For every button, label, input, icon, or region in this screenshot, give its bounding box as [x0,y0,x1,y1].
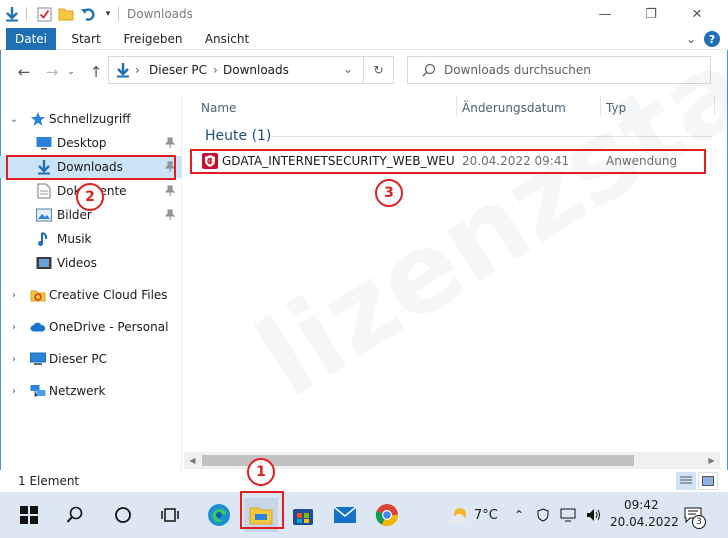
clock-time[interactable]: 09:42 [624,498,659,512]
sidebar-item-creative-cloud[interactable]: › Creative Cloud Files [0,284,182,306]
minimize-button[interactable]: — [582,0,628,28]
annotation-box-explorer [240,491,284,529]
pin-icon[interactable] [164,208,176,222]
chevron-right-icon[interactable]: › [8,386,20,397]
back-button[interactable]: ← [12,60,36,84]
close-button[interactable]: ✕ [674,0,720,28]
sidebar-item-musik[interactable]: Musik [0,228,182,250]
ribbon-collapse-icon[interactable]: ⌄ [682,30,700,48]
up-button[interactable]: ↑ [84,60,108,84]
chevron-down-icon[interactable]: ⌄ [8,114,20,125]
window-title: Downloads [127,7,193,21]
forward-button[interactable]: → [40,60,64,84]
tab-start[interactable]: Start [62,28,110,50]
chrome-icon[interactable] [370,498,404,532]
mail-icon[interactable] [328,498,362,532]
undo-icon[interactable] [80,5,96,23]
this-pc-icon [30,351,46,367]
notification-count-badge: 3 [692,515,706,529]
annotation-badge-1: 1 [247,458,275,486]
group-header-today[interactable]: Heute (1) [205,127,271,145]
scroll-right-icon[interactable]: ▶ [703,452,720,469]
address-bar[interactable]: › Dieser PC › Downloads ⌄ [108,56,364,84]
chevron-right-icon[interactable]: › [8,322,20,333]
maximize-button[interactable]: ❐ [628,0,674,28]
sidebar-item-desktop[interactable]: Desktop [0,132,182,154]
tab-datei[interactable]: Datei [6,28,56,50]
store-icon[interactable] [286,498,320,532]
annotation-box-file-row [190,149,706,174]
item-count: 1 Element [18,474,80,488]
pin-icon[interactable] [164,184,176,198]
search-icon [422,63,436,80]
annotation-badge-3: 3 [375,179,403,207]
breadcrumb-downloads[interactable]: Downloads [223,63,289,77]
customize-quick-access-icon[interactable]: ▾ [100,5,116,23]
search-input[interactable] [444,61,704,79]
onedrive-icon [30,319,46,335]
large-icons-view-icon[interactable] [698,472,718,490]
documents-icon [36,183,52,199]
security-shield-icon[interactable] [532,498,554,532]
edge-icon[interactable] [202,498,236,532]
status-bar: 1 Element [0,470,728,492]
breadcrumb-dieser-pc[interactable]: Dieser PC [149,63,207,77]
properties-icon[interactable] [36,5,52,23]
pictures-icon [36,207,52,223]
weather-icon[interactable] [442,498,476,532]
search-box[interactable] [407,56,711,84]
download-arrow-icon [115,62,131,78]
details-view-icon[interactable] [676,472,696,490]
help-icon[interactable]: ? [704,31,720,47]
clock-date[interactable]: 20.04.2022 [610,515,679,529]
annotation-badge-2: 2 [76,183,104,211]
music-icon [36,231,52,247]
ribbon-tabs: Datei Start Freigeben Ansicht ⌄ ? [0,28,728,50]
sidebar-item-netzwerk[interactable]: › Netzwerk [0,380,182,402]
network-status-icon[interactable] [556,498,580,532]
column-header-date[interactable]: Änderungsdatum [462,96,566,120]
chevron-up-icon[interactable]: ⌃ [508,498,530,532]
scroll-left-icon[interactable]: ◀ [184,452,201,469]
tab-ansicht[interactable]: Ansicht [196,28,258,50]
taskbar: 7°C ⌃ 09:42 20.04.2022 3 [0,492,728,538]
title-bar: ▾ Downloads — ❐ ✕ [0,0,728,28]
pin-icon[interactable] [164,136,176,150]
star-icon [30,111,46,127]
windows-start-icon[interactable] [12,498,46,532]
network-icon [30,383,46,399]
creative-cloud-icon [30,287,46,303]
new-folder-icon[interactable] [58,5,74,23]
column-header-type[interactable]: Typ [606,96,626,120]
videos-icon [36,255,52,271]
sidebar-item-videos[interactable]: Videos [0,252,182,274]
sidebar-item-dieser-pc[interactable]: › Dieser PC [0,348,182,370]
address-dropdown-icon[interactable]: ⌄ [343,62,353,76]
group-divider [272,136,712,137]
recent-locations-icon[interactable]: ⌄ [64,60,78,84]
weather-temperature[interactable]: 7°C [474,508,498,523]
task-view-icon[interactable] [154,498,188,532]
search-icon[interactable] [58,498,92,532]
tab-freigeben[interactable]: Freigeben [116,28,190,50]
chevron-right-icon[interactable]: › [8,290,20,301]
sidebar-item-schnellzugriff[interactable]: ⌄ Schnellzugriff [0,108,182,130]
annotation-box-downloads [6,155,176,180]
column-header-name[interactable]: Name [201,96,236,120]
refresh-button[interactable]: ↻ [364,56,394,84]
sidebar-item-onedrive[interactable]: › OneDrive - Personal [0,316,182,338]
speaker-icon[interactable] [582,498,606,532]
download-arrow-icon[interactable] [4,5,20,23]
chevron-right-icon[interactable]: › [8,354,20,365]
desktop-icon [36,135,52,151]
cortana-icon[interactable] [106,498,140,532]
